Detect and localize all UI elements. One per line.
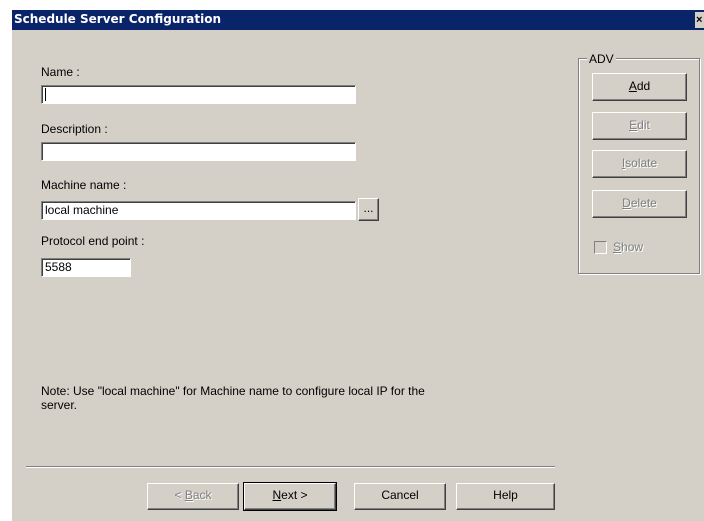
machine-name-value: local machine bbox=[45, 203, 119, 217]
schedule-server-dialog: Schedule Server Configuration × Name : D… bbox=[12, 10, 704, 521]
next-label-rest: ext > bbox=[281, 488, 308, 502]
next-mnemonic: N bbox=[272, 488, 282, 502]
edit-mnemonic: E bbox=[629, 118, 638, 132]
delete-button[interactable]: Delete bbox=[592, 190, 687, 218]
back-mnemonic: B bbox=[184, 488, 193, 502]
isolate-button[interactable]: Isolate bbox=[592, 150, 687, 178]
protocol-end-point-value: 5588 bbox=[45, 260, 72, 274]
machine-name-label: Machine name : bbox=[41, 178, 127, 192]
back-label-prefix: < bbox=[174, 488, 185, 502]
text-caret bbox=[45, 88, 46, 102]
machine-name-field[interactable]: local machine bbox=[41, 201, 356, 220]
name-label: Name : bbox=[41, 65, 80, 79]
add-label-rest: dd bbox=[636, 79, 651, 93]
next-button[interactable]: Next > bbox=[243, 482, 337, 511]
close-button[interactable]: × bbox=[695, 12, 704, 28]
name-field[interactable] bbox=[41, 85, 356, 104]
show-checkbox[interactable] bbox=[594, 241, 607, 254]
description-field[interactable] bbox=[41, 142, 356, 161]
show-label-rest: how bbox=[621, 240, 644, 254]
help-button[interactable]: Help bbox=[456, 483, 555, 510]
protocol-end-point-field[interactable]: 5588 bbox=[41, 258, 131, 277]
description-label: Description : bbox=[41, 122, 108, 136]
protocol-end-point-label: Protocol end point : bbox=[41, 234, 145, 248]
add-button[interactable]: Add bbox=[592, 73, 687, 101]
title-bar[interactable]: Schedule Server Configuration × bbox=[12, 10, 704, 30]
cancel-button[interactable]: Cancel bbox=[354, 483, 446, 510]
add-mnemonic: A bbox=[628, 79, 637, 93]
show-mnemonic: S bbox=[613, 240, 622, 254]
footer-separator bbox=[26, 466, 555, 468]
browse-machine-button[interactable]: ... bbox=[358, 198, 379, 221]
edit-label-rest: dit bbox=[637, 118, 650, 132]
back-button[interactable]: < Back bbox=[147, 483, 239, 510]
show-checkbox-label: Show bbox=[613, 240, 643, 254]
machine-name-note: Note: Use "local machine" for Machine na… bbox=[41, 384, 425, 412]
adv-group-title: ADV bbox=[587, 52, 616, 66]
delete-label-rest: elete bbox=[630, 196, 657, 210]
delete-mnemonic: D bbox=[622, 196, 631, 210]
isolate-label-rest: solate bbox=[625, 156, 658, 170]
window-title: Schedule Server Configuration bbox=[14, 12, 222, 26]
back-label-rest: ack bbox=[192, 488, 212, 502]
edit-button[interactable]: Edit bbox=[592, 112, 687, 140]
